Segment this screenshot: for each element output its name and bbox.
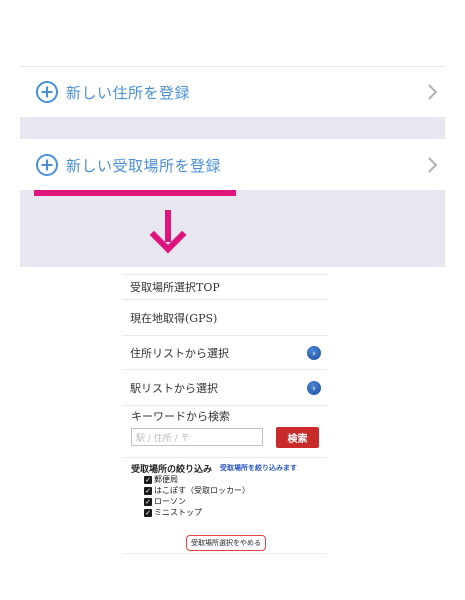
lower-gray-band — [20, 190, 445, 267]
station-list-label: 駅リストから選択 — [130, 381, 218, 395]
keyword-placeholder: 駅 / 住所 / 〒 — [136, 433, 190, 444]
highlight-underline — [34, 190, 236, 196]
screen-bottom-line — [122, 553, 327, 554]
cancel-pickup-selection-button[interactable]: 受取場所選択をやめる — [186, 535, 266, 551]
register-new-pickup-label: 新しい受取場所を登録 — [66, 156, 222, 175]
address-list-row[interactable]: 住所リストから選択 › — [122, 336, 327, 370]
keyword-label: キーワードから検索 — [131, 410, 230, 423]
filter-option-ministop[interactable]: ✓ ミニストップ — [144, 507, 202, 518]
gps-row[interactable]: 現在地取得(GPS) — [122, 300, 327, 336]
checkbox-checked-icon[interactable]: ✓ — [144, 497, 152, 506]
chevron-right-icon — [421, 84, 438, 100]
checkbox-checked-icon[interactable]: ✓ — [144, 475, 152, 484]
filter-link[interactable]: 受取場所を絞り込みます — [220, 463, 297, 473]
pickup-selection-screen: 受取場所選択TOP 現在地取得(GPS) 住所リストから選択 › 駅リストから選… — [122, 270, 327, 555]
keyword-input[interactable]: 駅 / 住所 / 〒 — [131, 428, 263, 446]
filter-option-hakopos[interactable]: ✓ はこぽす（受取ロッカー） — [144, 485, 250, 496]
section-separator — [20, 117, 445, 139]
arrow-circle-icon[interactable]: › — [307, 345, 321, 360]
option-label: 郵便局 — [154, 475, 178, 484]
screen-title-text: 受取場所選択TOP — [130, 281, 220, 294]
plus-circle-icon — [36, 154, 58, 176]
option-label: はこぽす（受取ロッカー） — [154, 486, 250, 495]
register-new-pickup-row[interactable]: 新しい受取場所を登録 — [20, 139, 445, 191]
filter-option-post-office[interactable]: ✓ 郵便局 — [144, 474, 178, 485]
option-label: ローソン — [154, 497, 186, 506]
register-new-address-label: 新しい住所を登録 — [66, 83, 191, 102]
station-list-row[interactable]: 駅リストから選択 › — [122, 370, 327, 406]
option-label: ミニストップ — [154, 508, 202, 517]
gps-row-label: 現在地取得(GPS) — [130, 311, 218, 325]
checkbox-checked-icon[interactable]: ✓ — [144, 486, 152, 495]
search-button[interactable]: 検索 — [276, 427, 319, 448]
screen-title: 受取場所選択TOP — [122, 274, 327, 300]
chevron-right-icon — [421, 157, 438, 173]
keyword-section: キーワードから検索 駅 / 住所 / 〒 検索 — [122, 406, 327, 458]
checkbox-checked-icon[interactable]: ✓ — [144, 508, 152, 517]
address-list-label: 住所リストから選択 — [130, 346, 229, 360]
filter-option-lawson[interactable]: ✓ ローソン — [144, 496, 186, 507]
arrow-circle-icon[interactable]: › — [307, 380, 321, 395]
register-new-address-row[interactable]: 新しい住所を登録 — [20, 66, 445, 118]
plus-circle-icon — [36, 81, 58, 103]
